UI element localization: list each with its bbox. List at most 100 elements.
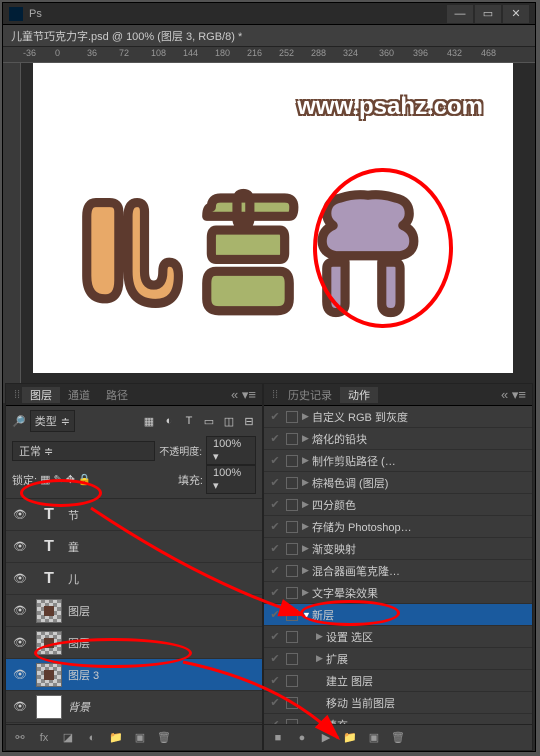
tab-channels[interactable]: 通道 bbox=[60, 387, 98, 403]
record-icon[interactable]: ● bbox=[292, 729, 312, 747]
layer-item-pixel-1[interactable]: 👁 图层 bbox=[6, 595, 262, 627]
layer-name: 背景 bbox=[68, 699, 90, 715]
layer-item-text-er[interactable]: 👁 T 儿 bbox=[6, 563, 262, 595]
panel-grip-icon[interactable]: ⁞⁞ bbox=[12, 389, 22, 401]
action-subitem[interactable]: ✔▶设置 选区 bbox=[264, 626, 532, 648]
maximize-button[interactable]: ▭ bbox=[475, 5, 501, 23]
panels-row: ⁞⁞ 图层 通道 路径 « ▾≡ 🔎 类型 ≑ ▦ ◐ T ▭ ◫ ⊟ bbox=[5, 383, 533, 751]
action-item[interactable]: ✔▶棕褐色调 (图层) bbox=[264, 472, 532, 494]
action-item[interactable]: ✔▶自定义 RGB 到灰度 bbox=[264, 406, 532, 428]
char-2 bbox=[193, 183, 303, 323]
layer-name: 节 bbox=[68, 507, 79, 523]
panel-menu-icon[interactable]: « ▾≡ bbox=[231, 387, 256, 403]
opacity-value[interactable]: 100% ▾ bbox=[206, 436, 256, 465]
layers-panel: ⁞⁞ 图层 通道 路径 « ▾≡ 🔎 类型 ≑ ▦ ◐ T ▭ ◫ ⊟ bbox=[5, 383, 263, 751]
layer-thumb bbox=[36, 599, 62, 623]
play-icon[interactable]: ▶ bbox=[316, 729, 336, 747]
layers-footer: ⚯ fx ◪ ◐ 📁 ▣ 🗑 bbox=[6, 724, 262, 750]
delete-layer-icon[interactable]: 🗑 bbox=[154, 729, 174, 747]
action-item[interactable]: ✔▶存储为 Photoshop… bbox=[264, 516, 532, 538]
annotation-oval-3 bbox=[300, 600, 400, 626]
action-item[interactable]: ✔▶制作剪贴路径 (… bbox=[264, 450, 532, 472]
filter-pixel-icon[interactable]: ▦ bbox=[142, 414, 156, 428]
canvas-area: www.psahz.com bbox=[3, 63, 535, 403]
action-item[interactable]: ✔▶熔化的铅块 bbox=[264, 428, 532, 450]
filter-adjust-icon[interactable]: ◐ bbox=[162, 414, 176, 428]
filter-smart-icon[interactable]: ◫ bbox=[222, 414, 236, 428]
tab-history[interactable]: 历史记录 bbox=[280, 387, 340, 403]
tab-actions[interactable]: 动作 bbox=[340, 387, 378, 403]
ps-icon bbox=[9, 7, 23, 21]
link-layers-icon[interactable]: ⚯ bbox=[10, 729, 30, 747]
title-bar: Ps — ▭ ✕ bbox=[3, 3, 535, 25]
layer-list: 👁 T 节 👁 T 童 👁 T 儿 👁 图层 bbox=[6, 499, 262, 724]
fill-label: 填充: bbox=[178, 472, 203, 488]
opacity-label: 不透明度: bbox=[159, 443, 202, 458]
fill-value[interactable]: 100% ▾ bbox=[206, 465, 256, 494]
new-set-icon[interactable]: 📁 bbox=[340, 729, 360, 747]
filter-search-icon[interactable]: 🔎 bbox=[12, 415, 26, 428]
filter-text-icon[interactable]: T bbox=[182, 414, 196, 428]
action-subitem[interactable]: ✔移动 当前图层 bbox=[264, 692, 532, 714]
action-subitem[interactable]: ✔建立 图层 bbox=[264, 670, 532, 692]
tab-layers[interactable]: 图层 bbox=[22, 387, 60, 403]
action-subitem[interactable]: ✔填充 bbox=[264, 714, 532, 724]
visibility-icon[interactable]: 👁 bbox=[10, 636, 30, 649]
window-title: Ps bbox=[29, 8, 445, 20]
visibility-icon[interactable]: 👁 bbox=[10, 572, 30, 585]
group-icon[interactable]: 📁 bbox=[106, 729, 126, 747]
visibility-icon[interactable]: 👁 bbox=[10, 604, 30, 617]
layer-name: 图层 bbox=[68, 603, 90, 619]
layer-thumb bbox=[36, 695, 62, 719]
canvas[interactable]: www.psahz.com bbox=[21, 63, 525, 403]
annotation-oval-2 bbox=[34, 638, 192, 668]
layer-name: 儿 bbox=[68, 571, 79, 587]
layer-item-text-tong[interactable]: 👁 T 童 bbox=[6, 531, 262, 563]
ruler-horizontal: -36 0 36 72 108 144 180 216 252 288 324 … bbox=[3, 47, 535, 63]
action-subitem[interactable]: ✔▶扩展 bbox=[264, 648, 532, 670]
new-action-icon[interactable]: ▣ bbox=[364, 729, 384, 747]
char-1 bbox=[73, 183, 183, 323]
layer-item-background[interactable]: 👁 背景 bbox=[6, 691, 262, 723]
action-item[interactable]: ✔▶混合器画笔克隆… bbox=[264, 560, 532, 582]
ruler-vertical bbox=[3, 63, 21, 403]
panel-grip-icon[interactable]: ⁞⁞ bbox=[270, 389, 280, 401]
history-panel-tabs: ⁞⁞ 历史记录 动作 « ▾≡ bbox=[264, 384, 532, 406]
canvas-content: www.psahz.com bbox=[33, 63, 513, 373]
delete-action-icon[interactable]: 🗑 bbox=[388, 729, 408, 747]
layer-name: 童 bbox=[68, 539, 79, 555]
visibility-icon[interactable]: 👁 bbox=[10, 668, 30, 681]
panel-menu-icon[interactable]: « ▾≡ bbox=[501, 387, 526, 403]
stop-icon[interactable]: ■ bbox=[268, 729, 288, 747]
layer-style-icon[interactable]: fx bbox=[34, 729, 54, 747]
document-tab[interactable]: 儿童节巧克力字.psd @ 100% (图层 3, RGB/8) * bbox=[3, 25, 535, 47]
close-button[interactable]: ✕ bbox=[503, 5, 529, 23]
filter-type-icons: ▦ ◐ T ▭ ◫ ⊟ bbox=[142, 414, 256, 428]
visibility-icon[interactable]: 👁 bbox=[10, 508, 30, 521]
text-layer-icon: T bbox=[36, 570, 62, 588]
tab-paths[interactable]: 路径 bbox=[98, 387, 136, 403]
new-layer-icon[interactable]: ▣ bbox=[130, 729, 150, 747]
annotation-circle bbox=[313, 168, 453, 328]
visibility-icon[interactable]: 👁 bbox=[10, 540, 30, 553]
layer-mask-icon[interactable]: ◪ bbox=[58, 729, 78, 747]
visibility-icon[interactable]: 👁 bbox=[10, 700, 30, 713]
actions-footer: ■ ● ▶ 📁 ▣ 🗑 bbox=[264, 724, 532, 750]
adjustment-layer-icon[interactable]: ◐ bbox=[82, 729, 102, 747]
filter-shape-icon[interactable]: ▭ bbox=[202, 414, 216, 428]
blend-mode-select[interactable]: 正常 ≑ bbox=[12, 441, 155, 461]
annotation-oval-1 bbox=[20, 479, 102, 507]
minimize-button[interactable]: — bbox=[447, 5, 473, 23]
layers-panel-tabs: ⁞⁞ 图层 通道 路径 « ▾≡ bbox=[6, 384, 262, 406]
text-layer-icon: T bbox=[36, 506, 62, 524]
action-item[interactable]: ✔▶渐变映射 bbox=[264, 538, 532, 560]
watermark-text: www.psahz.com bbox=[297, 93, 483, 121]
text-layer-icon: T bbox=[36, 538, 62, 556]
layer-name: 图层 3 bbox=[68, 667, 99, 683]
filter-type-select[interactable]: 类型 ≑ bbox=[30, 410, 75, 432]
action-item[interactable]: ✔▶文字晕染效果 bbox=[264, 582, 532, 604]
actions-list: ✔▶自定义 RGB 到灰度 ✔▶熔化的铅块 ✔▶制作剪贴路径 (… ✔▶棕褐色调… bbox=[264, 406, 532, 724]
history-panel: ⁞⁞ 历史记录 动作 « ▾≡ ✔▶自定义 RGB 到灰度 ✔▶熔化的铅块 ✔▶… bbox=[263, 383, 533, 751]
action-item[interactable]: ✔▶四分颜色 bbox=[264, 494, 532, 516]
filter-toggle[interactable]: ⊟ bbox=[242, 414, 256, 428]
